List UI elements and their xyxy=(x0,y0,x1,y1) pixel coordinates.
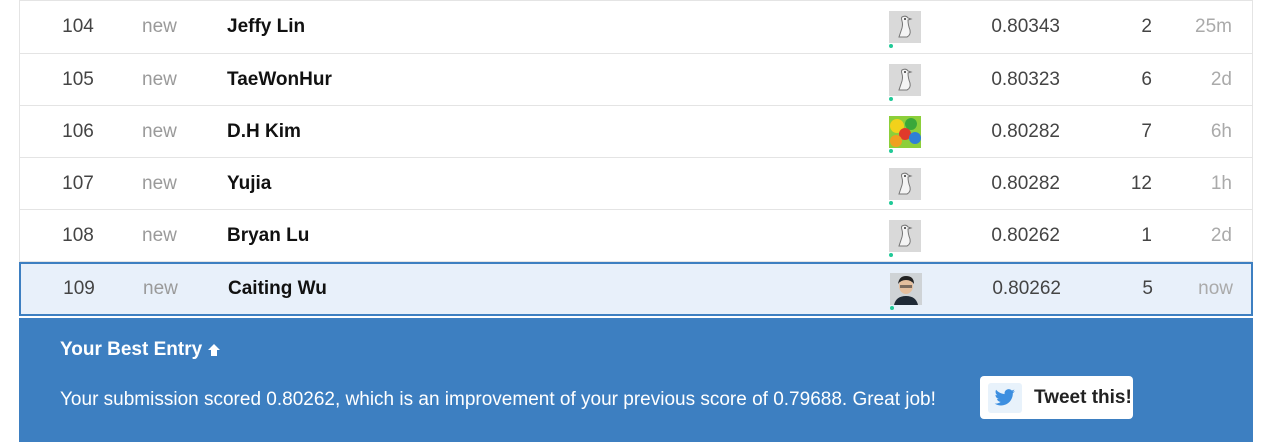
team-name[interactable]: Yujia xyxy=(227,158,271,209)
best-entry-panel: Your Best Entry Your submission scored 0… xyxy=(19,318,1253,442)
score: 0.80282 xyxy=(991,172,1060,194)
table-row[interactable]: 108 new Bryan Lu 0.80262 1 2d xyxy=(19,210,1253,262)
rank: 105 xyxy=(62,68,94,90)
last-submission: now xyxy=(1198,278,1233,299)
last-submission: 6h xyxy=(1210,120,1232,142)
table-row[interactable]: 107 new Yujia 0.80282 12 1h xyxy=(19,158,1253,210)
team-name[interactable]: Caiting Wu xyxy=(228,264,327,314)
online-status-dot xyxy=(889,200,893,205)
online-status-dot xyxy=(889,96,893,101)
colorful-avatar[interactable] xyxy=(889,115,921,153)
rank-change: new xyxy=(142,68,177,90)
rank-change: new xyxy=(143,278,178,299)
last-submission: 2d xyxy=(1210,224,1232,246)
person-avatar[interactable] xyxy=(890,273,922,310)
entries-count: 2 xyxy=(1141,16,1152,37)
best-entry-message: Your submission scored 0.80262, which is… xyxy=(60,389,936,410)
tweet-button[interactable]: Tweet this! xyxy=(980,376,1133,419)
last-submission: 2d xyxy=(1210,68,1232,90)
score: 0.80262 xyxy=(992,278,1061,299)
table-row[interactable]: 105 new TaeWonHur 0.80323 6 2d xyxy=(19,54,1253,106)
rank: 108 xyxy=(62,224,94,246)
table-row[interactable]: 104 new Jeffy Lin 0.80343 2 25m xyxy=(19,0,1253,54)
entries-count: 12 xyxy=(1130,172,1152,194)
score: 0.80343 xyxy=(991,16,1060,37)
online-status-dot xyxy=(889,148,893,153)
team-name[interactable]: TaeWonHur xyxy=(227,54,332,105)
online-status-dot xyxy=(889,252,893,257)
score: 0.80323 xyxy=(991,68,1060,90)
team-name[interactable]: Bryan Lu xyxy=(227,210,309,261)
rank-change: new xyxy=(142,120,177,142)
entries-count: 5 xyxy=(1142,278,1153,299)
online-status-dot xyxy=(890,306,894,310)
table-row-current-user[interactable]: 109 new Caiting Wu 0.80262 5 now xyxy=(19,262,1253,316)
goose-avatar[interactable] xyxy=(889,219,921,257)
twitter-icon xyxy=(988,382,1022,413)
score: 0.80262 xyxy=(991,224,1060,246)
best-entry-title-text: Your Best Entry xyxy=(60,339,203,360)
rank: 109 xyxy=(63,278,95,299)
entries-count: 6 xyxy=(1141,68,1152,90)
table-row[interactable]: 106 new D.H Kim 0.80282 7 6h xyxy=(19,106,1253,158)
online-status-dot xyxy=(889,44,893,48)
rank-change: new xyxy=(142,224,177,246)
rank: 107 xyxy=(62,172,94,194)
entries-count: 7 xyxy=(1141,120,1152,142)
team-name[interactable]: Jeffy Lin xyxy=(227,1,305,53)
score: 0.80282 xyxy=(991,120,1060,142)
team-name[interactable]: D.H Kim xyxy=(227,106,301,157)
rank: 106 xyxy=(62,120,94,142)
last-submission: 1h xyxy=(1210,172,1232,194)
last-submission: 25m xyxy=(1195,16,1232,37)
tweet-button-label: Tweet this! xyxy=(1034,386,1132,408)
goose-avatar[interactable] xyxy=(889,167,921,205)
goose-avatar[interactable] xyxy=(889,63,921,101)
rank-change: new xyxy=(142,172,177,194)
rank-change: new xyxy=(142,16,177,37)
arrow-up-icon xyxy=(208,344,221,356)
entries-count: 1 xyxy=(1141,224,1152,246)
goose-avatar[interactable] xyxy=(889,11,921,48)
rank: 104 xyxy=(62,16,94,37)
leaderboard-table: 104 new Jeffy Lin 0.80343 2 25m 105 new … xyxy=(19,0,1253,316)
best-entry-title: Your Best Entry xyxy=(60,339,222,361)
